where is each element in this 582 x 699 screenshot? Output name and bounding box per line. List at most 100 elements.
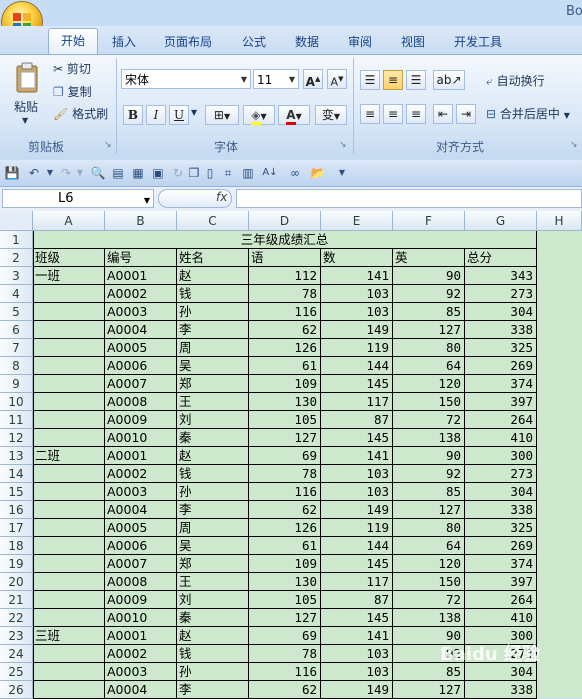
align-middle-button[interactable]: ≡: [383, 70, 403, 90]
column-header-b[interactable]: B: [105, 211, 177, 231]
data-cell[interactable]: 87: [321, 411, 393, 429]
data-cell[interactable]: 149: [321, 681, 393, 699]
refresh-icon[interactable]: ↻: [170, 165, 186, 181]
alignment-launcher-icon[interactable]: ↘: [570, 140, 578, 150]
tab-insert[interactable]: 插入: [112, 32, 136, 52]
print-icon[interactable]: ▤: [110, 165, 126, 181]
data-cell[interactable]: 343: [465, 267, 537, 285]
data-cell[interactable]: 孙: [177, 483, 249, 501]
paste-dropdown-icon[interactable]: ▼: [22, 116, 28, 125]
row-header-21[interactable]: 21: [0, 591, 33, 609]
data-cell[interactable]: 145: [321, 375, 393, 393]
data-cell[interactable]: A0003: [105, 483, 177, 501]
data-cell[interactable]: 269: [465, 357, 537, 375]
data-cell[interactable]: 145: [321, 429, 393, 447]
data-cell[interactable]: 李: [177, 681, 249, 699]
merge-center-button[interactable]: ⊟ 合并后居中 ▼: [486, 105, 570, 122]
save-icon[interactable]: 💾: [4, 165, 20, 181]
copy-button[interactable]: ❐ 复制: [53, 83, 92, 100]
data-cell[interactable]: 109: [249, 375, 321, 393]
column-header-d[interactable]: D: [249, 211, 321, 231]
data-cell[interactable]: 410: [465, 429, 537, 447]
font-color-button[interactable]: A▼: [278, 105, 310, 125]
data-cell[interactable]: 127: [393, 681, 465, 699]
sort-az-icon[interactable]: A↓: [262, 165, 278, 181]
shrink-font-button[interactable]: A▼: [327, 69, 347, 89]
data-cell[interactable]: 85: [393, 483, 465, 501]
cut-button[interactable]: ✂ 剪切: [53, 60, 91, 77]
paste-button[interactable]: [13, 62, 41, 94]
header-cell[interactable]: 英: [393, 249, 465, 267]
data-cell[interactable]: A0010: [105, 429, 177, 447]
row-header-25[interactable]: 25: [0, 663, 33, 681]
data-cell[interactable]: 105: [249, 591, 321, 609]
italic-button[interactable]: I: [146, 105, 166, 125]
align-left-button[interactable]: ≡: [360, 104, 380, 124]
row-header-17[interactable]: 17: [0, 519, 33, 537]
page-icon[interactable]: ▯: [202, 165, 218, 181]
data-cell[interactable]: 李: [177, 321, 249, 339]
data-cell[interactable]: 刘: [177, 411, 249, 429]
row-header-19[interactable]: 19: [0, 555, 33, 573]
align-center-button[interactable]: ≡: [383, 104, 403, 124]
row-header-11[interactable]: 11: [0, 411, 33, 429]
column-header-e[interactable]: E: [321, 211, 393, 231]
data-cell[interactable]: 264: [465, 591, 537, 609]
data-cell[interactable]: 85: [393, 303, 465, 321]
font-name-combo[interactable]: 宋体 ▼: [121, 69, 251, 89]
binoculars-icon[interactable]: ∞: [287, 165, 303, 181]
data-cell[interactable]: 64: [393, 537, 465, 555]
data-cell[interactable]: 周: [177, 519, 249, 537]
data-cell[interactable]: A0001: [105, 627, 177, 645]
header-cell[interactable]: 班级: [33, 249, 105, 267]
data-cell[interactable]: [33, 609, 105, 627]
data-cell[interactable]: A0001: [105, 447, 177, 465]
data-cell[interactable]: 92: [393, 285, 465, 303]
data-cell[interactable]: 300: [465, 447, 537, 465]
header-cell[interactable]: 编号: [105, 249, 177, 267]
row-header-20[interactable]: 20: [0, 573, 33, 591]
data-cell[interactable]: [33, 573, 105, 591]
tab-page-layout[interactable]: 页面布局: [164, 32, 212, 52]
data-cell[interactable]: 126: [249, 339, 321, 357]
data-cell[interactable]: 119: [321, 519, 393, 537]
data-cell[interactable]: A0002: [105, 285, 177, 303]
data-cell[interactable]: 103: [321, 465, 393, 483]
data-cell[interactable]: 80: [393, 519, 465, 537]
undo-dropdown-icon[interactable]: ▼: [42, 165, 58, 181]
data-cell[interactable]: 149: [321, 501, 393, 519]
row-header-4[interactable]: 4: [0, 285, 33, 303]
data-cell[interactable]: 397: [465, 573, 537, 591]
data-cell[interactable]: 61: [249, 537, 321, 555]
align-top-button[interactable]: ☰: [360, 70, 380, 90]
data-cell[interactable]: [33, 303, 105, 321]
data-cell[interactable]: A0004: [105, 321, 177, 339]
increase-indent-button[interactable]: ⇥: [456, 104, 476, 124]
data-cell[interactable]: 117: [321, 393, 393, 411]
font-size-combo[interactable]: 11 ▼: [253, 69, 299, 89]
column-header-c[interactable]: C: [177, 211, 249, 231]
data-cell[interactable]: 72: [393, 411, 465, 429]
copy-icon[interactable]: ❐: [186, 165, 202, 181]
row-header-13[interactable]: 13: [0, 447, 33, 465]
data-cell[interactable]: 62: [249, 501, 321, 519]
tab-home[interactable]: 开始: [48, 28, 98, 55]
data-cell[interactable]: [33, 321, 105, 339]
row-header-26[interactable]: 26: [0, 681, 33, 699]
data-cell[interactable]: 二班: [33, 447, 105, 465]
data-cell[interactable]: 103: [321, 303, 393, 321]
data-cell[interactable]: 64: [393, 357, 465, 375]
data-cell[interactable]: 一班: [33, 267, 105, 285]
data-cell[interactable]: 80: [393, 339, 465, 357]
data-cell[interactable]: 103: [321, 663, 393, 681]
print-preview-icon[interactable]: 🔍: [90, 165, 106, 181]
row-header-9[interactable]: 9: [0, 375, 33, 393]
data-cell[interactable]: A0008: [105, 393, 177, 411]
data-cell[interactable]: 78: [249, 645, 321, 663]
data-cell[interactable]: 62: [249, 321, 321, 339]
data-cell[interactable]: 304: [465, 483, 537, 501]
data-cell[interactable]: 王: [177, 393, 249, 411]
tab-formulas[interactable]: 公式: [242, 32, 266, 52]
data-cell[interactable]: 273: [465, 465, 537, 483]
data-cell[interactable]: [33, 375, 105, 393]
